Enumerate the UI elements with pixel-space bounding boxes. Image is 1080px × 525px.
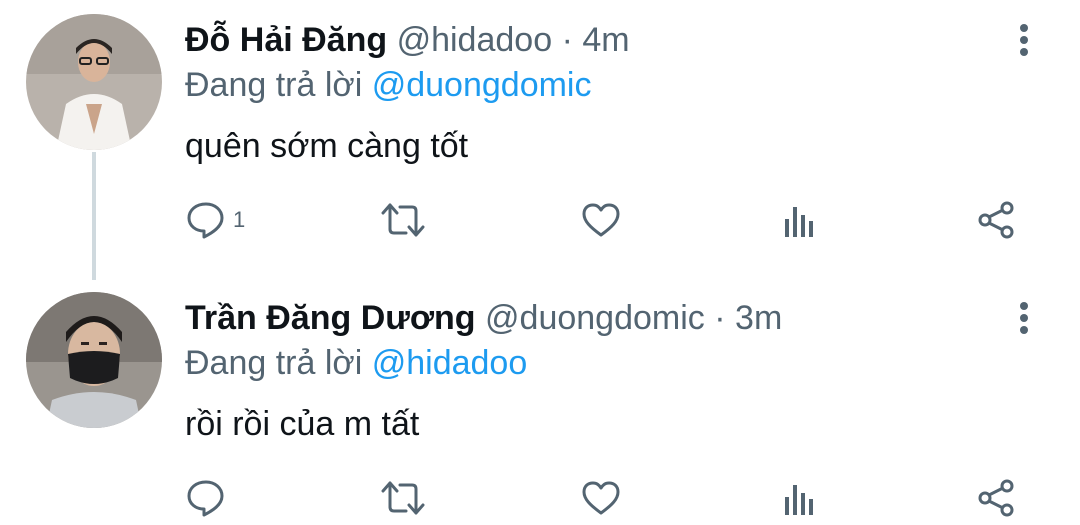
- reply-icon: [187, 202, 224, 239]
- avatar[interactable]: [26, 292, 162, 428]
- timestamp[interactable]: 3m: [735, 299, 782, 337]
- author-handle[interactable]: @hidadoo: [397, 21, 553, 59]
- tweet-header: Trần Đăng Dương @duongdomic · 3m: [185, 296, 782, 340]
- like-icon: [582, 481, 620, 515]
- tweet-text: rồi rồi của m tất: [185, 405, 420, 443]
- tweet-text: quên sớm càng tốt: [185, 127, 469, 165]
- more-vertical-icon: [1020, 302, 1028, 334]
- like-icon: [582, 203, 620, 237]
- separator-dot: ·: [561, 21, 573, 59]
- replying-to: Đang trả lời @hidadoo: [185, 341, 527, 385]
- retweet-button[interactable]: [380, 196, 426, 244]
- reply-button[interactable]: [185, 474, 233, 522]
- views-button[interactable]: [778, 474, 820, 522]
- avatar[interactable]: [26, 14, 162, 150]
- share-icon: [978, 201, 1014, 239]
- replying-to-label: Đang trả lời: [185, 66, 363, 104]
- replying-to-label: Đang trả lời: [185, 344, 363, 382]
- mention-link[interactable]: @duongdomic: [372, 66, 592, 104]
- views-button[interactable]: [778, 196, 820, 244]
- retweet-icon: [381, 203, 425, 237]
- more-options-button[interactable]: [1010, 296, 1038, 340]
- like-button[interactable]: [580, 196, 622, 244]
- more-vertical-icon: [1020, 24, 1028, 56]
- action-bar: [0, 474, 1080, 522]
- share-button[interactable]: [975, 196, 1017, 244]
- mention-link[interactable]: @hidadoo: [372, 344, 528, 382]
- reply-icon: [187, 480, 224, 517]
- tweet-header: Đỗ Hải Đăng @hidadoo · 4m: [185, 18, 630, 62]
- share-icon: [978, 479, 1014, 517]
- retweet-button[interactable]: [380, 474, 426, 522]
- author-name[interactable]: Trần Đăng Dương: [185, 299, 476, 337]
- tweet[interactable]: Trần Đăng Dương @duongdomic · 3m Đang tr…: [0, 278, 1080, 525]
- action-bar: 1: [0, 196, 1080, 244]
- separator-dot: ·: [714, 299, 726, 337]
- views-icon: [785, 207, 813, 237]
- more-options-button[interactable]: [1010, 18, 1038, 62]
- reply-button[interactable]: 1: [185, 196, 245, 244]
- views-icon: [785, 485, 813, 515]
- timestamp[interactable]: 4m: [582, 21, 629, 59]
- author-name[interactable]: Đỗ Hải Đăng: [185, 21, 387, 59]
- share-button[interactable]: [975, 474, 1017, 522]
- author-handle[interactable]: @duongdomic: [485, 299, 705, 337]
- replying-to: Đang trả lời @duongdomic: [185, 63, 591, 107]
- tweet[interactable]: Đỗ Hải Đăng @hidadoo · 4m Đang trả lời @…: [0, 0, 1080, 262]
- reply-count: 1: [233, 207, 246, 232]
- reply-thread: Đỗ Hải Đăng @hidadoo · 4m Đang trả lời @…: [0, 0, 1080, 525]
- like-button[interactable]: [580, 474, 622, 522]
- retweet-icon: [381, 481, 425, 515]
